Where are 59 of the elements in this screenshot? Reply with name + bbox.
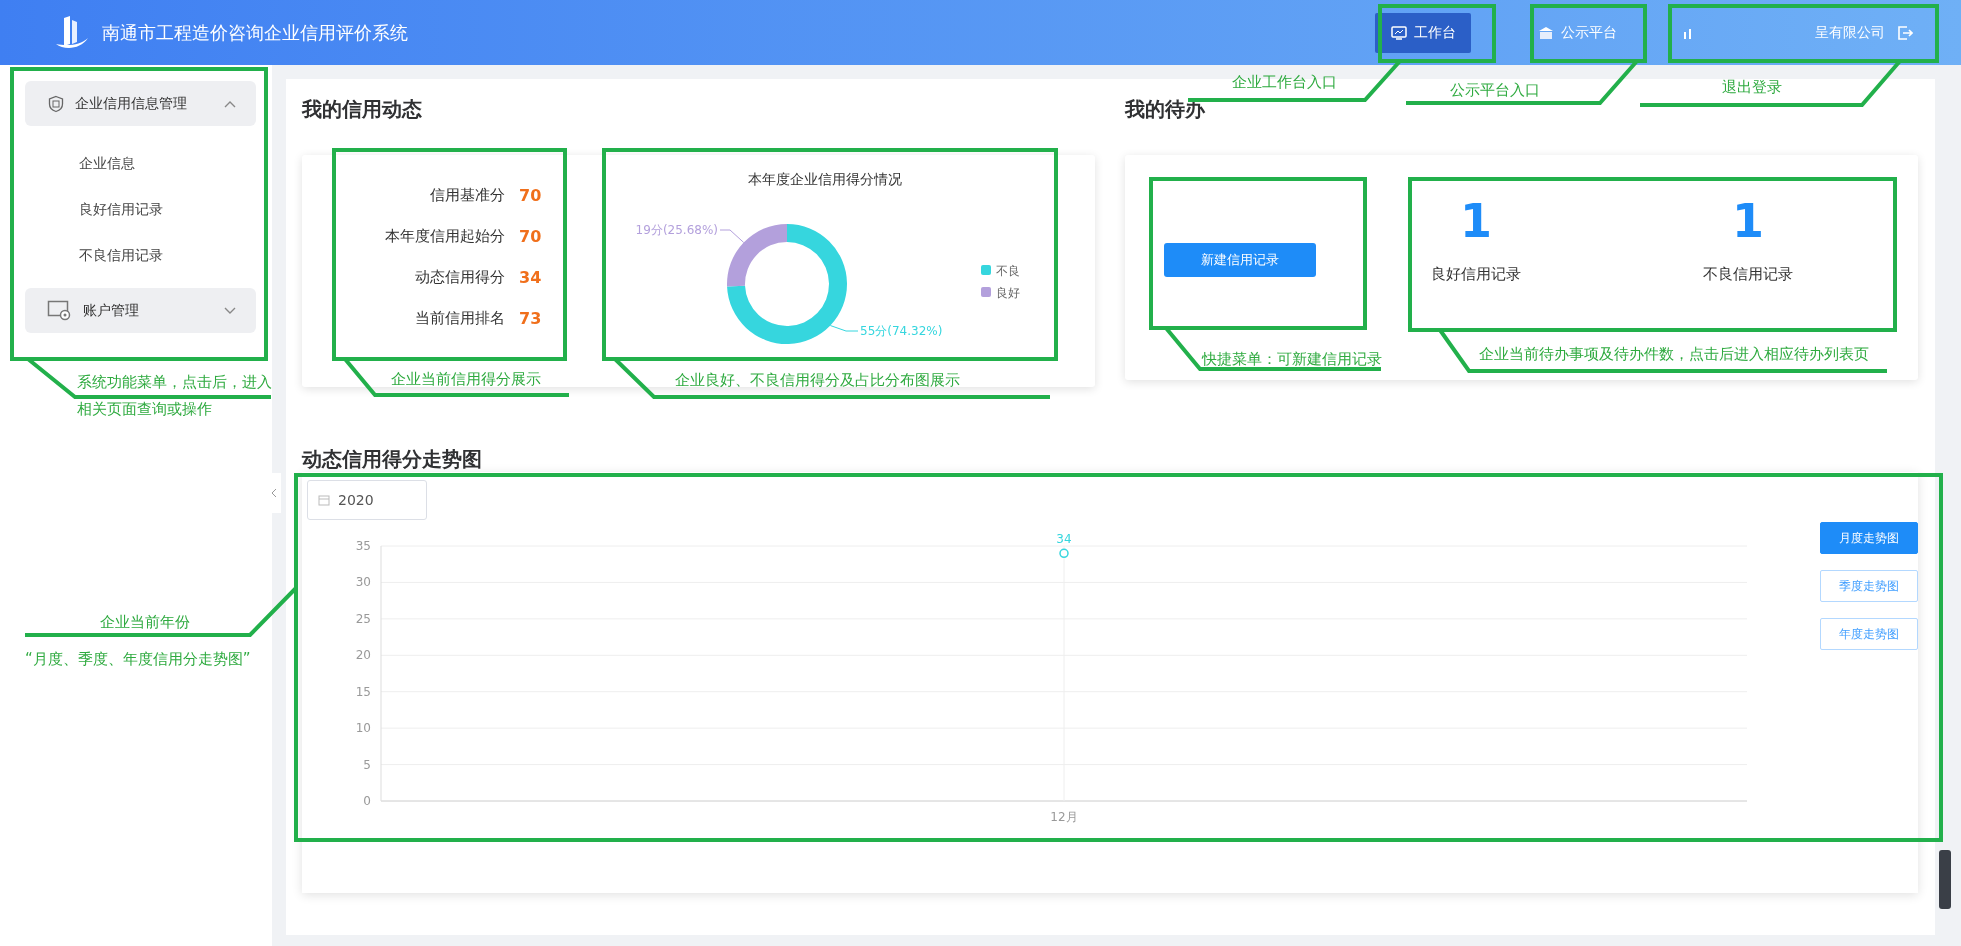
callout-text: 快捷菜单：可新建信用记录 — [1202, 350, 1382, 369]
score-value: 34 — [518, 268, 543, 287]
monitor-gear-icon — [47, 299, 73, 322]
callout-text: 企业工作台入口 — [1232, 73, 1337, 92]
axis-tick-label: 0 — [363, 794, 371, 808]
axis-tick-label: 25 — [355, 611, 371, 626]
data-point — [1059, 548, 1069, 559]
menu-group[interactable]: 企业信用信息管理 — [25, 81, 256, 126]
score-label: 当前信用排名 — [414, 309, 505, 328]
menu-group[interactable]: 账户管理 — [25, 288, 256, 333]
score-value: 70 — [518, 186, 543, 205]
chart-title: 本年度企业信用得分情况 — [748, 171, 902, 189]
building-icon — [1537, 25, 1554, 40]
callout-text: 系统功能菜单，点击后，进入 — [77, 373, 272, 392]
callout-text: 企业良好、不良信用得分及占比分布图展示 — [675, 371, 960, 390]
score-label: 本年度信用起始分 — [384, 227, 505, 246]
data-label: 34 — [1056, 532, 1072, 547]
callout-text: 企业当前年份 — [100, 613, 190, 632]
app-title: 南通市工程造价咨询企业信用评价系统 — [102, 20, 408, 45]
callout-text: 公示平台入口 — [1450, 81, 1540, 100]
menu-item[interactable]: 良好信用记录 — [0, 186, 272, 232]
shield-icon — [47, 94, 65, 113]
count-label[interactable]: 不良信用记录 — [1703, 265, 1793, 284]
score-value: 73 — [518, 309, 543, 328]
calendar-icon — [318, 494, 330, 506]
section-title: 我的信用动态 — [302, 97, 423, 121]
axis-tick-label: 12月 — [1050, 810, 1078, 824]
monitor-chart-icon — [1390, 25, 1407, 40]
axis-tick-label: 35 — [355, 539, 371, 553]
callout-text: “月度、季度、年度信用分走势图” — [25, 650, 251, 669]
menu-item[interactable]: 不良信用记录 — [0, 232, 272, 278]
axis-tick-label: 15 — [355, 684, 371, 699]
year-picker[interactable]: 2020 — [307, 480, 427, 520]
legend-label: 良好 — [996, 286, 1020, 300]
leader-line — [829, 325, 859, 332]
nav-tab[interactable]: 工作台 — [1375, 12, 1471, 53]
data-label: 19分(25.68%) — [635, 223, 718, 237]
callout-text: 退出登录 — [1722, 78, 1782, 97]
axis-tick-label: 5 — [363, 757, 371, 772]
section-title: 动态信用得分走势图 — [302, 447, 483, 471]
chevron-up-icon — [224, 99, 236, 108]
score-label: 动态信用得分 — [414, 268, 505, 287]
count-label[interactable]: 良好信用记录 — [1431, 265, 1521, 284]
axis-tick-label: 10 — [355, 721, 371, 736]
logout-icon[interactable] — [1897, 24, 1913, 41]
legend-label: 不良 — [996, 264, 1020, 278]
score-label: 信用基准分 — [429, 186, 505, 205]
side-widget — [1939, 850, 1951, 909]
callout-text: 企业当前待办事项及待办件数，点击后进入相应待办列表页 — [1479, 345, 1869, 364]
axis-tick-label: 20 — [355, 648, 371, 663]
company-name: 呈有限公司 — [1815, 23, 1885, 42]
leader-line — [719, 229, 745, 243]
score-value: 70 — [518, 227, 543, 246]
chevron-down-icon — [224, 306, 236, 315]
callout-text: 企业当前信用得分展示 — [391, 370, 541, 389]
axis-tick-label: 30 — [355, 575, 371, 590]
menu-item[interactable]: 企业信息 — [0, 140, 272, 186]
callout-text: 相关页面查询或操作 — [77, 400, 212, 419]
data-label: 55分(74.32%) — [860, 324, 943, 338]
